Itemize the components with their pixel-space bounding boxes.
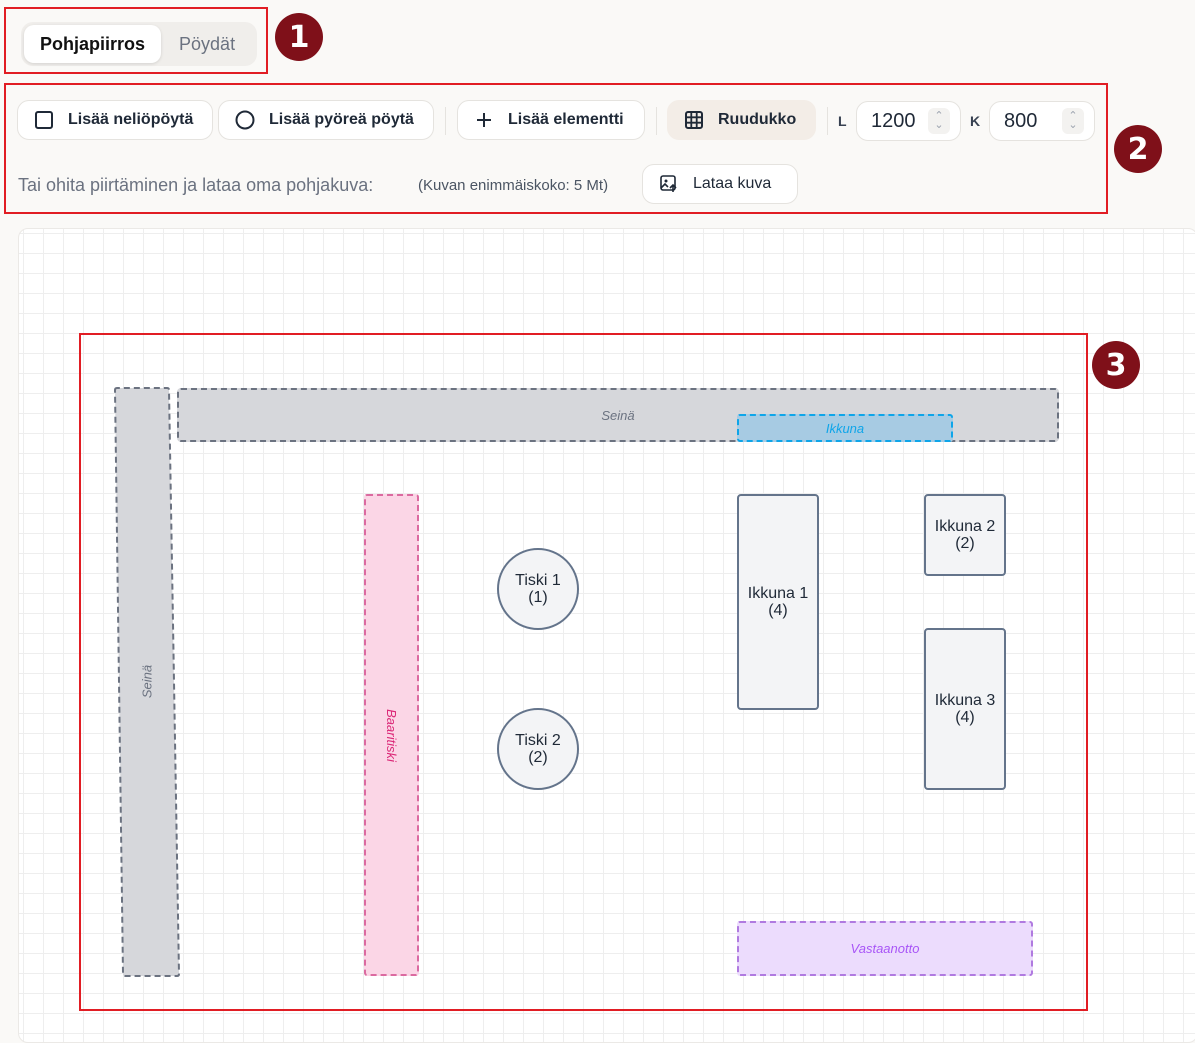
annotation-marker-2: 2: [1114, 125, 1162, 173]
table-tiski-2[interactable]: Tiski 2 (2): [497, 708, 579, 790]
image-upload-icon: [660, 175, 677, 192]
add-square-table-label: Lisää neliöpöytä: [68, 111, 194, 128]
add-round-table-label: Lisää pyöreä pöytä: [269, 111, 414, 128]
annotation-marker-3: 3: [1092, 341, 1140, 389]
table-tiski-1[interactable]: Tiski 1 (1): [497, 548, 579, 630]
table-name: Tiski 1: [515, 572, 561, 589]
width-value: 1200: [871, 109, 916, 132]
reception-label: Vastaanotto: [850, 941, 920, 956]
toolbar-divider: [445, 107, 446, 135]
grid-icon: [685, 111, 703, 129]
table-seats: (4): [768, 602, 788, 619]
height-value: 800: [1004, 109, 1038, 132]
table-ikkuna-3[interactable]: Ikkuna 3 (4): [924, 628, 1006, 790]
skip-drawing-text: Tai ohita piirtäminen ja lataa oma pohja…: [18, 175, 374, 195]
table-seats: (1): [528, 589, 548, 606]
toolbar-divider: [656, 107, 657, 135]
toolbar-divider: [827, 107, 828, 135]
add-element-button[interactable]: Lisää elementti: [457, 100, 645, 140]
wall-left-label: Seinä: [139, 664, 155, 699]
table-name: Ikkuna 2: [934, 518, 996, 535]
max-size-note: (Kuvan enimmäiskoko: 5 Mt): [418, 177, 609, 194]
table-name: Tiski 2: [515, 732, 561, 749]
table-seats: (2): [955, 535, 975, 552]
add-round-table-button[interactable]: Lisää pyöreä pöytä: [218, 100, 434, 140]
window-label: Ikkuna: [825, 420, 865, 436]
grid-label: Ruudukko: [718, 111, 797, 128]
upload-image-button[interactable]: Lataa kuva: [642, 164, 798, 204]
view-tabs: Pohjapiirros Pöydät: [21, 22, 257, 66]
table-ikkuna-2[interactable]: Ikkuna 2 (2): [924, 494, 1006, 576]
add-element-label: Lisää elementti: [508, 111, 624, 128]
width-input[interactable]: 1200 ⌃ ⌄: [856, 101, 961, 141]
upload-image-label: Lataa kuva: [693, 175, 772, 192]
table-seats: (2): [528, 749, 548, 766]
height-label: K: [970, 113, 981, 129]
window-element[interactable]: Ikkuna: [737, 414, 953, 442]
table-ikkuna-1[interactable]: Ikkuna 1 (4): [737, 494, 819, 710]
width-stepper-icon[interactable]: ⌃ ⌄: [928, 108, 950, 134]
bar-counter-label: Baaritiski: [384, 708, 399, 762]
width-label: L: [838, 113, 847, 129]
wall-top-label: Seinä: [601, 408, 635, 423]
square-icon: [35, 111, 53, 129]
tab-tables[interactable]: Pöydät: [163, 25, 251, 63]
table-seats: (4): [955, 709, 975, 726]
bar-counter[interactable]: Baaritiski: [364, 494, 419, 976]
circle-icon: [235, 110, 255, 130]
table-name: Ikkuna 3: [934, 692, 996, 709]
plus-icon: [477, 113, 491, 127]
annotation-marker-1: 1: [275, 13, 323, 61]
height-input[interactable]: 800 ⌃ ⌄: [989, 101, 1095, 141]
tab-floorplan[interactable]: Pohjapiirros: [24, 25, 162, 63]
grid-toggle-button[interactable]: Ruudukko: [667, 100, 816, 140]
add-square-table-button[interactable]: Lisää neliöpöytä: [17, 100, 213, 140]
reception-element[interactable]: Vastaanotto: [737, 921, 1033, 976]
height-stepper-icon[interactable]: ⌃ ⌄: [1062, 108, 1084, 134]
table-name: Ikkuna 1: [747, 585, 809, 602]
